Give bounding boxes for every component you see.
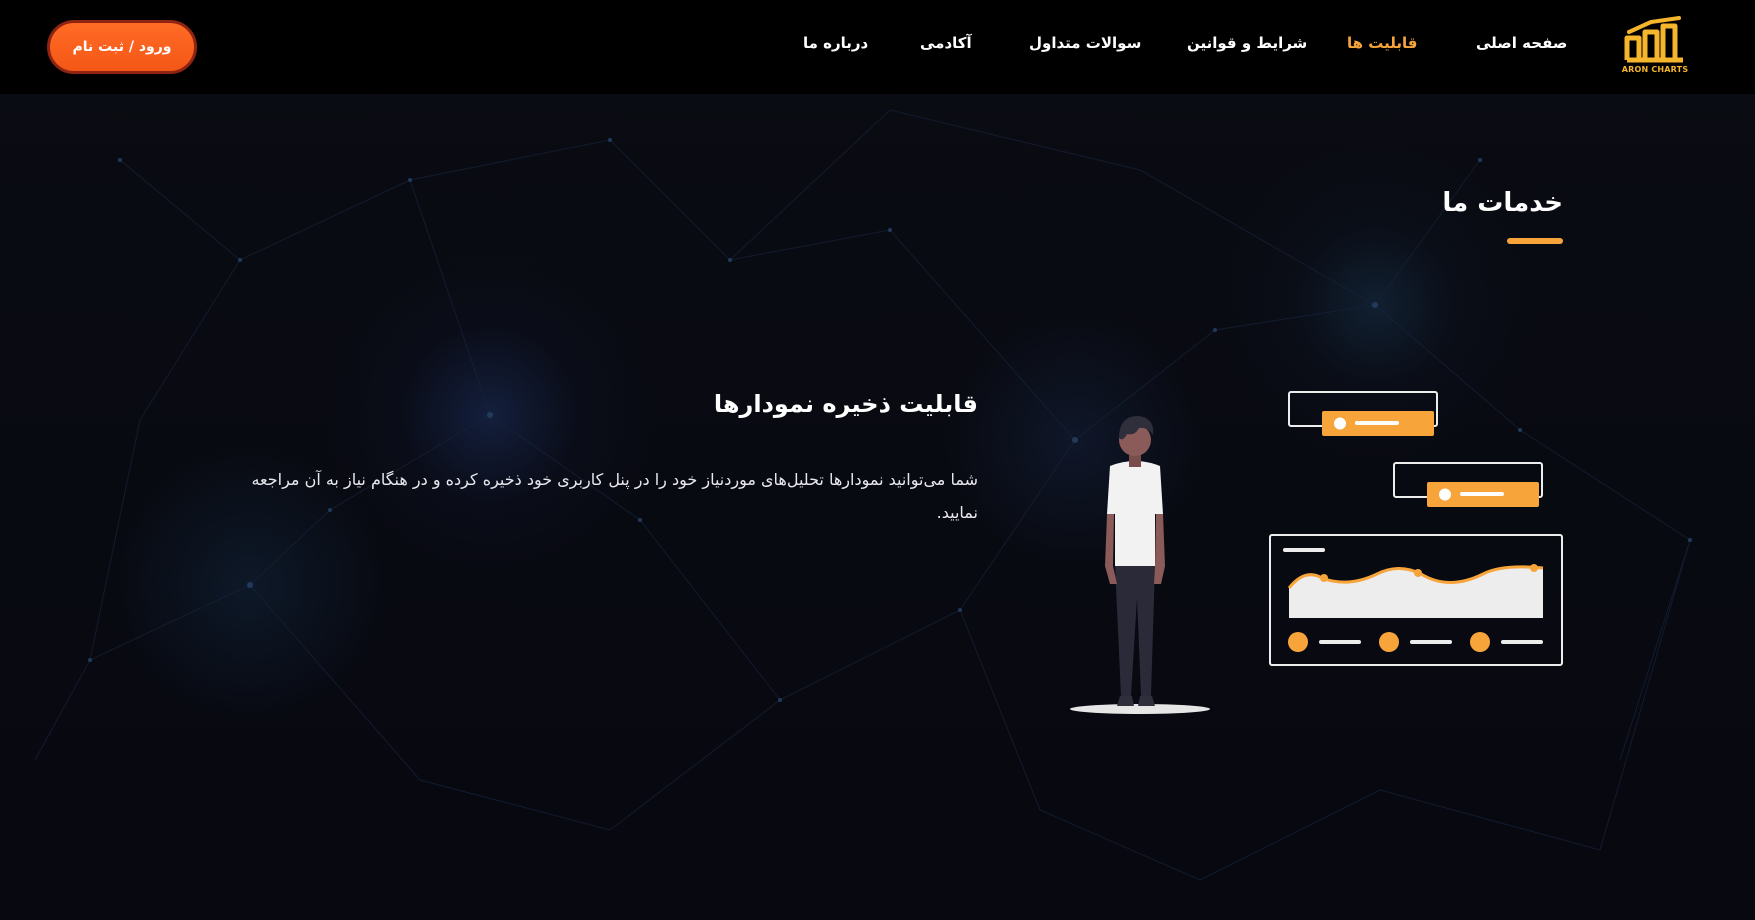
login-register-button[interactable]: ورود / ثبت نام: [47, 20, 197, 74]
page: ARON CHARTS قابلیت ها صفحه اصلی شرایط و …: [0, 0, 1755, 920]
nav-item-home[interactable]: صفحه اصلی: [1476, 34, 1567, 58]
logo-wordmark: ARON CHARTS: [1621, 65, 1689, 74]
section-title: خدمات ما: [1442, 188, 1563, 218]
section-title-underline: [1507, 238, 1563, 244]
saved-charts-illustration: [1070, 391, 1563, 714]
nav-item-about[interactable]: درباره ما: [803, 34, 868, 58]
nav-item-features[interactable]: قابلیت ها: [1347, 34, 1417, 58]
person-figure-icon: [1070, 416, 1210, 714]
chart-panel-icon: [1269, 534, 1563, 666]
feature-title: قابلیت ذخیره نمودارها: [713, 390, 978, 418]
site-header: ARON CHARTS قابلیت ها صفحه اصلی شرایط و …: [0, 0, 1755, 94]
nav-item-academy[interactable]: آکادمی: [920, 34, 972, 58]
saved-chart-card-icon: [1288, 391, 1543, 507]
aron-charts-logo[interactable]: ARON CHARTS: [1615, 16, 1695, 80]
feature-description: شما می‌توانید نمودارها تحلیل‌های موردنیا…: [251, 470, 978, 522]
nav-item-faq[interactable]: سوالات متداول: [1029, 34, 1141, 58]
bar-chart-logo-icon: [1624, 16, 1683, 63]
nav-item-terms[interactable]: شرایط و قوانین: [1187, 34, 1307, 58]
